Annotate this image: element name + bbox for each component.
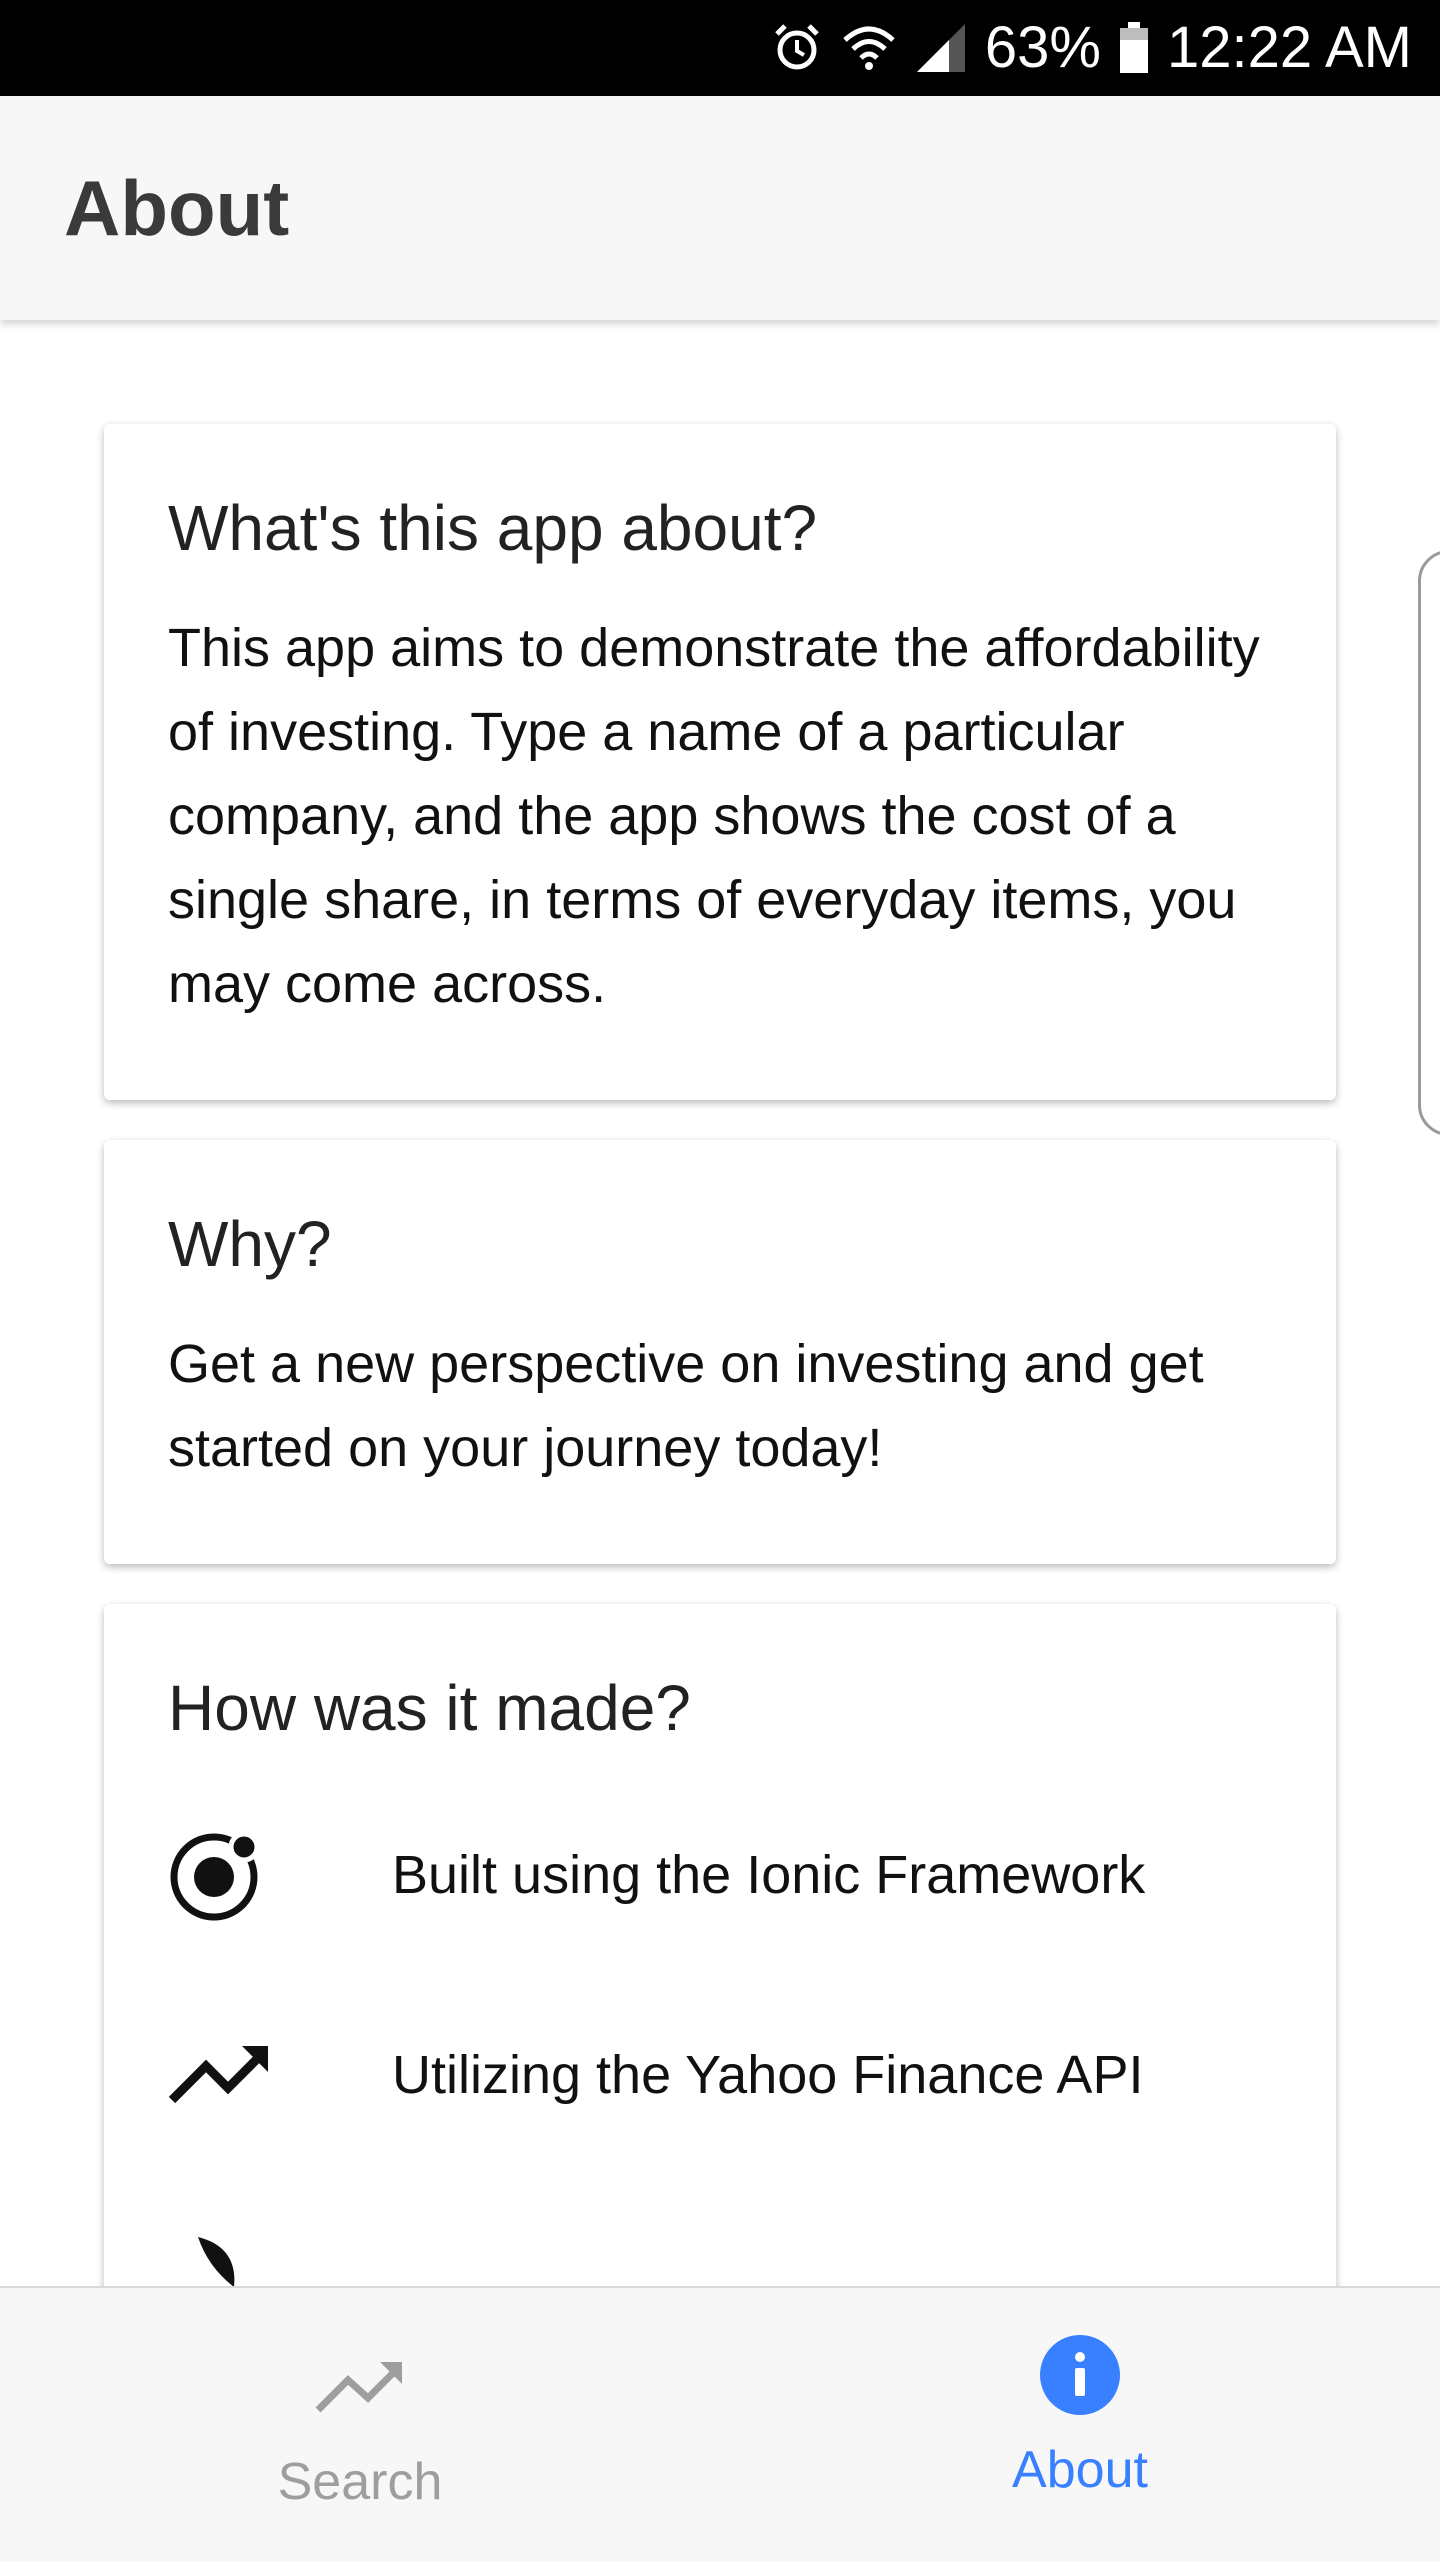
card-why-body: Get a new perspective on investing and g…	[168, 1334, 1204, 1478]
card-why-title: Why?	[168, 1208, 332, 1280]
tab-bar: Search About	[0, 2286, 1440, 2562]
alarm-icon	[771, 22, 823, 74]
battery-percent: 63%	[984, 15, 1101, 80]
status-bar-right: 63% 12:22 AM	[771, 0, 1412, 96]
card-how-title: How was it made?	[168, 1672, 691, 1744]
app-header: About	[0, 96, 1440, 320]
list-item-yahoo: Utilizing the Yahoo Finance API	[168, 2020, 1288, 2130]
signal-icon	[915, 22, 967, 74]
trending-up-icon	[168, 2020, 288, 2130]
list-item-label: Utilizing the Yahoo Finance API	[392, 2045, 1144, 2105]
card-about-title: What's this app about?	[168, 492, 818, 564]
partial-icon	[168, 2220, 288, 2286]
tab-search-label: Search	[277, 2453, 443, 2511]
list-item-ionic: Built using the Ionic Framework	[168, 1820, 1288, 1930]
tab-about[interactable]: About	[720, 2288, 1440, 2562]
card-about: What's this app about? This app aims to …	[104, 424, 1336, 1100]
clock: 12:22 AM	[1166, 15, 1412, 80]
ionic-icon	[168, 1820, 288, 1930]
trending-up-icon	[314, 2342, 406, 2432]
tab-about-label: About	[1012, 2441, 1148, 2499]
tab-search[interactable]: Search	[0, 2288, 720, 2562]
card-how: How was it made? Built using the Ionic F…	[104, 1604, 1336, 2286]
card-why: Why? Get a new perspective on investing …	[104, 1140, 1336, 1564]
status-bar: 63% 12:22 AM	[0, 0, 1440, 96]
list-item-label: Built using the Ionic Framework	[392, 1845, 1146, 1905]
battery-icon	[1119, 22, 1149, 74]
list-item-partial	[168, 2220, 1288, 2286]
info-icon	[1038, 2330, 1122, 2420]
wifi-icon	[841, 22, 897, 74]
card-about-body: This app aims to demonstrate the afforda…	[168, 618, 1260, 1014]
page-title: About	[64, 163, 290, 252]
content-area[interactable]: What's this app about? This app aims to …	[0, 320, 1440, 2286]
scroll-handle[interactable]	[1418, 550, 1440, 1136]
